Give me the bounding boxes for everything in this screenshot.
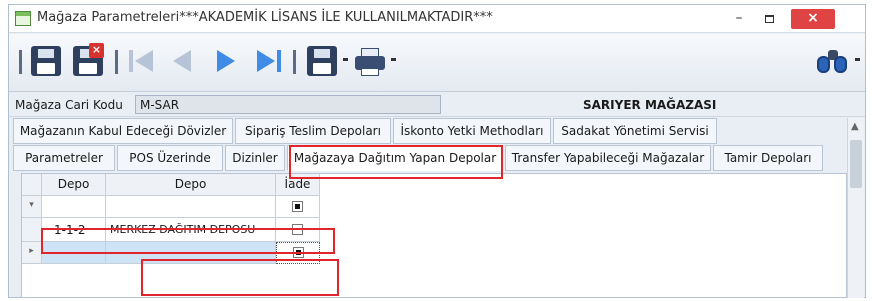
toolbar-separator: [115, 50, 118, 74]
vertical-scrollbar[interactable]: ▲: [847, 118, 864, 298]
toolbar-separator: [293, 50, 296, 74]
highlight-active-tab: [289, 145, 503, 179]
maximize-icon: [764, 15, 774, 23]
window-title: Mağaza Parametreleri***AKADEMİK LİSANS İ…: [37, 10, 493, 25]
store-code-field[interactable]: M-SAR: [135, 95, 441, 114]
store-code-label: Mağaza Cari Kodu: [15, 98, 123, 112]
last-record-icon[interactable]: [257, 46, 283, 78]
search-dropdown-icon[interactable]: [855, 58, 860, 61]
binoculars-icon[interactable]: [817, 46, 849, 78]
title-bar: Mağaza Parametreleri***AKADEMİK LİSANS İ…: [9, 5, 865, 33]
printer-icon[interactable]: [355, 46, 385, 78]
tab-transfer-stores[interactable]: Transfer Yapabileceği Mağazalar: [505, 145, 711, 171]
maximize-button[interactable]: [757, 9, 781, 29]
scroll-up-icon[interactable]: ▲: [851, 121, 859, 132]
toolbar: ×: [9, 34, 865, 92]
column-header-name[interactable]: Depo: [106, 174, 276, 196]
tab-discount-methods[interactable]: İskonto Yetki Methodları: [393, 118, 551, 144]
tab-repair-warehouses[interactable]: Tamir Depoları: [713, 145, 823, 171]
window-icon: [15, 11, 31, 26]
previous-record-icon[interactable]: [171, 46, 197, 78]
row-indicator: [22, 218, 42, 242]
grid-corner: [22, 174, 42, 196]
store-parameters-window: Mağaza Parametreleri***AKADEMİK LİSANS İ…: [8, 4, 866, 298]
store-name: SARIYER MAĞAZASI: [583, 98, 717, 112]
next-record-icon[interactable]: [215, 46, 241, 78]
tab-loyalty-service[interactable]: Sadakat Yönetimi Servisi: [553, 118, 717, 144]
current-row-indicator: ▸: [22, 242, 42, 264]
scroll-thumb[interactable]: [850, 140, 862, 188]
print-dropdown-icon[interactable]: [391, 58, 396, 61]
filter-name-cell[interactable]: [106, 196, 276, 218]
filter-row-indicator: ▾: [22, 196, 42, 218]
highlight-new-row: [141, 259, 339, 296]
minimize-button[interactable]: –: [727, 9, 751, 29]
filter-return-checkbox[interactable]: [292, 201, 303, 212]
first-record-icon[interactable]: [129, 46, 155, 78]
close-badge-icon: ×: [89, 43, 104, 58]
export-dropdown-icon[interactable]: [343, 58, 348, 61]
filter-return-cell[interactable]: [276, 196, 320, 218]
tab-accepted-currencies[interactable]: Mağazanın Kabul Edeceği Dövizler: [13, 118, 233, 144]
filter-code-cell[interactable]: [42, 196, 106, 218]
highlight-warehouse-row: [41, 228, 335, 254]
tab-order-delivery-warehouses[interactable]: Sipariş Teslim Depoları: [235, 118, 391, 144]
tab-indexes[interactable]: Dizinler: [225, 145, 285, 171]
tab-row-1: Mağazanın Kabul Edeceği Dövizler Sipariş…: [9, 118, 847, 144]
toolbar-grip: [19, 50, 22, 74]
column-header-code[interactable]: Depo: [42, 174, 106, 196]
close-button[interactable]: ×: [791, 9, 835, 29]
save-icon[interactable]: [31, 46, 61, 76]
save-close-icon[interactable]: ×: [73, 43, 104, 76]
export-icon[interactable]: [307, 46, 337, 76]
store-code-row: Mağaza Cari Kodu M-SAR SARIYER MAĞAZASI: [9, 93, 865, 117]
tab-parameters[interactable]: Parametreler: [13, 145, 115, 171]
tab-pos[interactable]: POS Üzerinde: [117, 145, 223, 171]
